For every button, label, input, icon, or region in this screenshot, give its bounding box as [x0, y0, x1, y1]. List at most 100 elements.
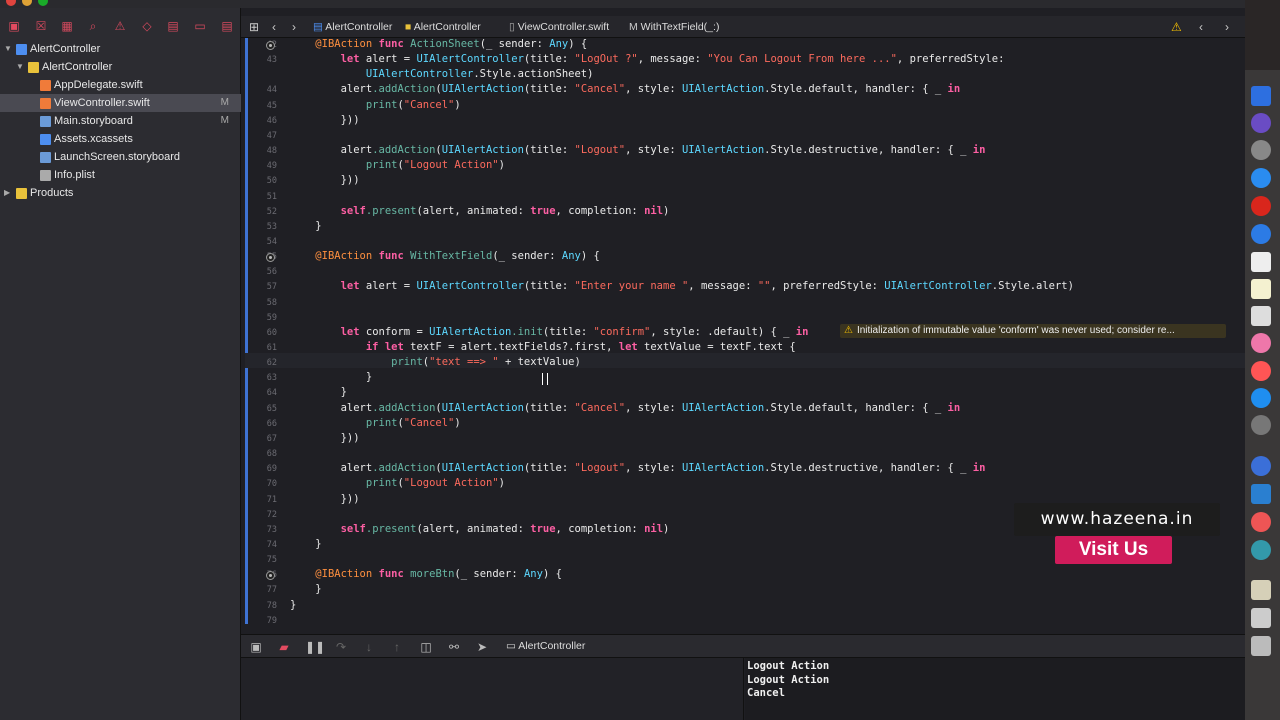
breakpoint-icon[interactable]: ▭ — [192, 18, 208, 34]
disclosure-icon[interactable]: ▶ — [4, 184, 10, 202]
zoom-window-icon[interactable] — [38, 0, 48, 6]
grid-icon[interactable]: ⊞ — [249, 16, 259, 38]
code-line[interactable]: alert.addAction(UIAlertAction(title: "Lo… — [290, 462, 986, 474]
navigator-item[interactable]: Info.plist — [0, 166, 241, 184]
line-number: 68 — [266, 449, 277, 460]
code-line[interactable]: alert.addAction(UIAlertAction(title: "Ca… — [290, 402, 961, 414]
folder-icon[interactable] — [1251, 608, 1271, 628]
code-line[interactable]: let alert = UIAlertController(title: "En… — [290, 280, 1074, 292]
opera-icon[interactable] — [1251, 196, 1271, 216]
breadcrumb-folder[interactable]: ■ AlertController — [405, 16, 481, 38]
app-store-icon[interactable] — [1251, 388, 1271, 408]
reminders-icon[interactable] — [1251, 306, 1271, 326]
code-line[interactable]: alert.addAction(UIAlertAction(title: "Lo… — [290, 144, 986, 156]
navigator-item[interactable]: ▼ AlertController — [0, 40, 241, 58]
code-line[interactable]: let alert = UIAlertController(title: "Lo… — [290, 53, 1005, 65]
source-control-icon[interactable]: ☒ — [33, 18, 49, 34]
step-over-icon[interactable]: ↷ — [334, 640, 348, 654]
breadcrumb-method[interactable]: M WithTextField(_:) — [629, 16, 719, 38]
warning-annotation[interactable]: ⚠ Initialization of immutable value 'conf… — [840, 324, 1226, 338]
code-line[interactable]: })) — [290, 493, 360, 505]
navigator-item[interactable]: Assets.xcassets — [0, 130, 241, 148]
report-icon[interactable]: ▤ — [219, 18, 235, 34]
code-line[interactable]: } — [290, 583, 321, 595]
warning-indicator-icon[interactable]: ⚠ — [1171, 16, 1182, 38]
hide-debug-area-icon[interactable]: ▣ — [249, 640, 263, 654]
navigator-item[interactable]: ▼ AlertController — [0, 58, 241, 76]
code-line[interactable]: let conform = UIAlertAction.init(title: … — [290, 326, 809, 338]
code-line[interactable]: print("Logout Action") — [290, 159, 505, 171]
code-line[interactable]: } — [290, 599, 296, 611]
xcode-icon[interactable] — [1251, 484, 1271, 504]
code-line[interactable]: } — [290, 220, 321, 232]
memory-graph-icon[interactable]: ⚯ — [447, 640, 461, 654]
forward-icon[interactable]: › — [292, 16, 296, 38]
step-out-icon[interactable]: ↑ — [390, 640, 404, 654]
breadcrumb-file[interactable]: ▯ ViewController.swift — [509, 16, 609, 38]
ibaction-connection-icon[interactable] — [266, 41, 275, 50]
disclosure-icon[interactable]: ▼ — [16, 58, 24, 76]
prev-issue-icon[interactable]: ‹ — [1199, 16, 1203, 38]
code-line[interactable]: } — [290, 386, 347, 398]
scheme-label[interactable]: ▭ AlertController — [506, 640, 585, 652]
code-line[interactable]: } — [290, 538, 321, 550]
navigator-item[interactable]: ▶ Products — [0, 184, 241, 202]
navigator-item[interactable]: LaunchScreen.storyboard — [0, 148, 241, 166]
code-line[interactable]: print("Logout Action") — [290, 477, 505, 489]
code-line[interactable]: print("Cancel") — [290, 99, 461, 111]
breadcrumb-project[interactable]: ▤ AlertController — [313, 16, 392, 38]
code-line[interactable]: @IBAction func WithTextField(_ sender: A… — [290, 250, 600, 262]
disclosure-icon[interactable]: ▼ — [4, 40, 12, 58]
photos-icon[interactable] — [1251, 333, 1271, 353]
location-icon[interactable]: ➤ — [475, 640, 489, 654]
pause-icon[interactable]: ❚❚ — [305, 640, 325, 654]
storyboard-icon — [40, 152, 51, 163]
code-line[interactable]: print("text ==> " + textValue) — [290, 356, 581, 368]
back-icon[interactable]: ‹ — [272, 16, 276, 38]
code-line[interactable]: })) — [290, 174, 360, 186]
app-icon[interactable] — [1251, 540, 1271, 560]
code-line[interactable]: alert.addAction(UIAlertAction(title: "Ca… — [290, 83, 961, 95]
siri-icon[interactable] — [1251, 113, 1271, 133]
debug-icon[interactable]: ▤ — [165, 18, 181, 34]
calendar-icon[interactable] — [1251, 252, 1271, 272]
warning-icon[interactable]: ⚠ — [112, 18, 128, 34]
search-icon[interactable]: ⌕ — [85, 18, 101, 34]
code-line[interactable]: @IBAction func ActionSheet(_ sender: Any… — [290, 38, 587, 50]
music-icon[interactable] — [1251, 361, 1271, 381]
minimize-window-icon[interactable] — [22, 0, 32, 6]
code-line[interactable]: UIAlertController.Style.actionSheet) — [290, 68, 594, 80]
code-line[interactable]: })) — [290, 432, 360, 444]
notes-icon[interactable] — [1251, 279, 1271, 299]
finder-icon[interactable] — [1251, 86, 1271, 106]
test-icon[interactable]: ◇ — [139, 18, 155, 34]
code-line[interactable]: print("Cancel") — [290, 417, 461, 429]
navigator-item-status: M — [220, 115, 229, 126]
trash-icon[interactable] — [1251, 636, 1271, 656]
console-output[interactable]: Logout Action Logout Action Cancel — [745, 658, 1245, 720]
step-in-icon[interactable]: ↓ — [362, 640, 376, 654]
navigator-item[interactable]: ViewController.swift M — [0, 94, 241, 112]
close-window-icon[interactable] — [6, 0, 16, 6]
code-line[interactable]: } — [290, 371, 372, 383]
app-icon[interactable] — [1251, 512, 1271, 532]
code-line[interactable]: if let textF = alert.textFields?.first, … — [290, 341, 796, 353]
app-icon[interactable] — [1251, 456, 1271, 476]
visit-us-button[interactable]: Visit Us — [1055, 536, 1172, 564]
symbol-icon[interactable]: ▦ — [59, 18, 75, 34]
code-line[interactable]: })) — [290, 114, 360, 126]
system-preferences-icon[interactable] — [1251, 415, 1271, 435]
launchpad-icon[interactable] — [1251, 140, 1271, 160]
navigator-item[interactable]: AppDelegate.swift — [0, 76, 241, 94]
safari-icon[interactable] — [1251, 168, 1271, 188]
view-hierarchy-icon[interactable]: ◫ — [419, 640, 433, 654]
downloads-icon[interactable] — [1251, 580, 1271, 600]
code-line[interactable]: self.present(alert, animated: true, comp… — [290, 523, 670, 535]
folder-icon[interactable]: ▣ — [6, 18, 22, 34]
code-line[interactable]: self.present(alert, animated: true, comp… — [290, 205, 670, 217]
breakpoints-toggle-icon[interactable]: ▰ — [277, 640, 291, 654]
chrome-icon[interactable] — [1251, 224, 1271, 244]
next-issue-icon[interactable]: › — [1225, 16, 1229, 38]
code-line[interactable]: @IBAction func moreBtn(_ sender: Any) { — [290, 568, 562, 580]
navigator-item[interactable]: Main.storyboard M — [0, 112, 241, 130]
